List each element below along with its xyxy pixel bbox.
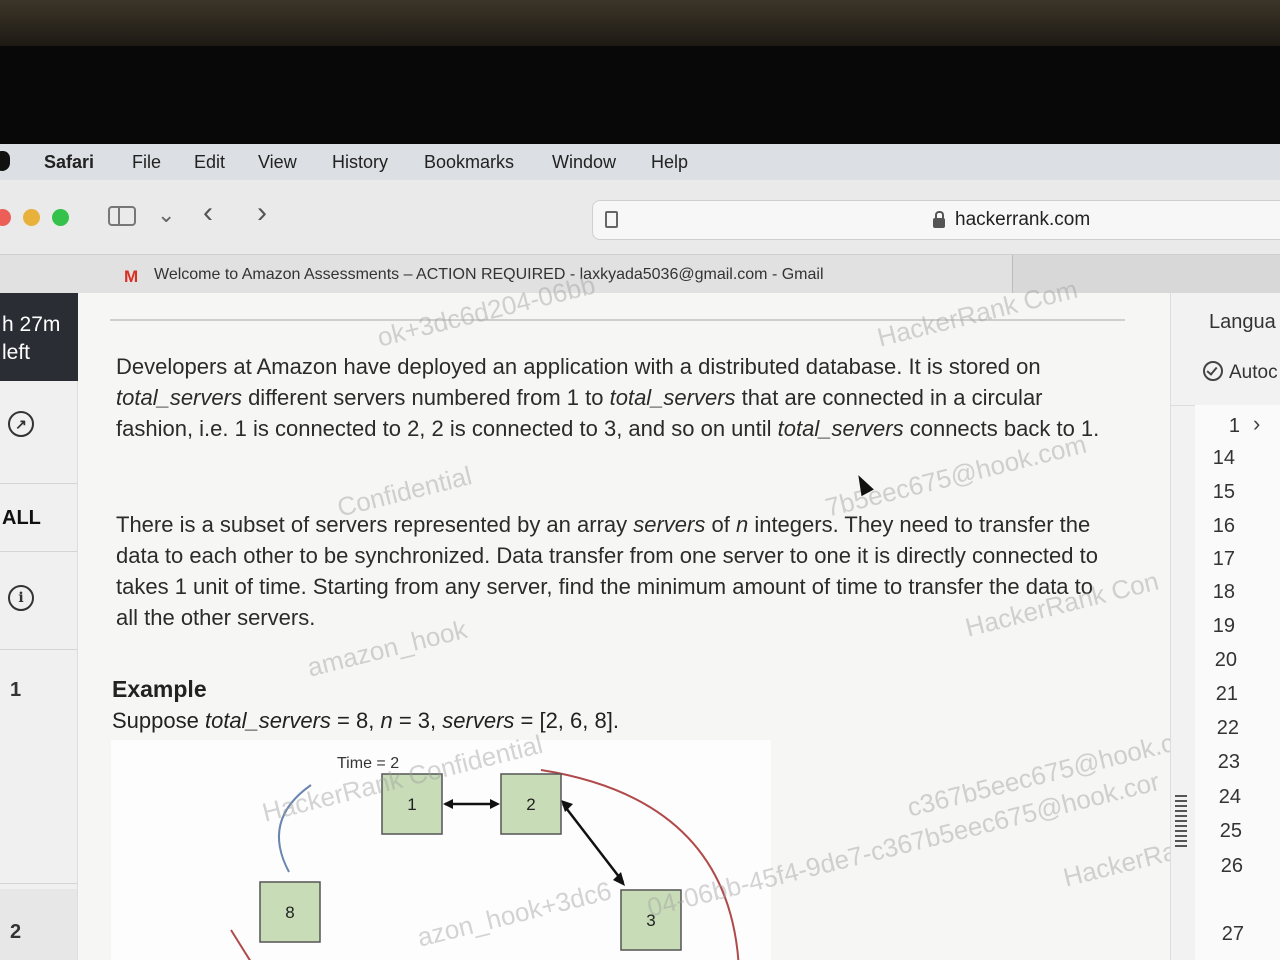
rail-divider — [0, 883, 77, 884]
line-number: 16 — [1212, 515, 1235, 537]
watermark: HackerRa — [1060, 835, 1180, 893]
tab-strip: M Welcome to Amazon Assessments – ACTION… — [0, 255, 1280, 293]
line-number: 1 — [1228, 415, 1240, 437]
menu-help[interactable]: Help — [651, 152, 688, 173]
zoom-window-button[interactable] — [52, 209, 69, 226]
question-2-button[interactable]: 2 — [10, 921, 21, 944]
arrow-head — [613, 872, 625, 886]
line-number: 22 — [1216, 717, 1239, 739]
gmail-icon: M — [124, 267, 139, 286]
line-number: 19 — [1212, 615, 1235, 637]
reader-icon[interactable] — [605, 211, 618, 228]
rail-divider — [0, 483, 77, 484]
tab-title: Welcome to Amazon Assessments – ACTION R… — [154, 266, 824, 283]
minimize-window-button[interactable] — [23, 209, 40, 226]
line-number: 23 — [1217, 751, 1240, 773]
back-button[interactable]: ‹ — [203, 196, 213, 230]
example-heading: Example — [112, 676, 207, 702]
address-bar[interactable]: hackerrank.com — [592, 200, 1280, 240]
line-number: 21 — [1215, 683, 1238, 705]
menu-history[interactable]: History — [332, 152, 388, 173]
menu-bookmarks[interactable]: Bookmarks — [424, 152, 514, 173]
example-text: Suppose total_servers = 8, n = 3, server… — [112, 708, 619, 733]
desk-background — [0, 0, 1280, 46]
node-2-label: 2 — [526, 795, 535, 814]
paragraph-1: Developers at Amazon have deployed an ap… — [116, 354, 1100, 441]
rail-divider — [0, 649, 77, 650]
chevron-right-icon[interactable]: › — [1253, 411, 1260, 437]
url-text[interactable]: hackerrank.com — [955, 209, 1090, 231]
problem-statement: Developers at Amazon have deployed an ap… — [78, 269, 1212, 960]
apple-icon[interactable] — [0, 151, 10, 171]
screen: Safari File Edit View History Bookmarks … — [0, 144, 1280, 960]
arrow-head — [490, 799, 500, 809]
browser-toolbar: ⌄ ‹ › hackerrank.com — [0, 180, 1280, 255]
close-window-button[interactable] — [0, 209, 11, 226]
menu-window[interactable]: Window — [552, 152, 616, 173]
line-number: 17 — [1212, 548, 1235, 570]
all-questions-button[interactable]: ALL — [2, 507, 41, 530]
language-selector[interactable]: Langua — [1209, 311, 1276, 334]
circular-link — [230, 929, 251, 960]
menu-file[interactable]: File — [132, 152, 161, 173]
arrow-head — [443, 799, 453, 809]
line-number: 14 — [1212, 447, 1235, 469]
lock-icon — [933, 211, 945, 228]
menu-bar: Safari File Edit View History Bookmarks … — [0, 144, 1280, 180]
menu-view[interactable]: View — [258, 152, 297, 173]
line-number: 25 — [1219, 820, 1242, 842]
line-number: 15 — [1212, 481, 1235, 503]
monitor-bezel — [0, 46, 1280, 144]
line-number: 24 — [1218, 786, 1241, 808]
menu-safari[interactable]: Safari — [44, 152, 94, 173]
timer-panel: h 27m left — [0, 293, 80, 381]
node-8-label: 8 — [285, 903, 294, 922]
autocomplete-toggle[interactable]: Autoc — [1203, 361, 1278, 384]
question-rail: h 27m left ↗ ALL i 1 2 — [0, 293, 80, 960]
check-circle-icon — [1203, 361, 1223, 381]
expand-icon[interactable]: ↗ — [8, 411, 34, 437]
menu-edit[interactable]: Edit — [194, 152, 225, 173]
line-number: 18 — [1212, 581, 1235, 603]
chevron-down-icon[interactable]: ⌄ — [157, 202, 175, 228]
timer-remaining: h 27m — [2, 313, 61, 336]
edge-2-3 — [562, 803, 624, 883]
resize-handle[interactable] — [1175, 795, 1187, 847]
line-number: 27 — [1221, 923, 1244, 945]
line-number: 26 — [1220, 855, 1243, 877]
line-number: 20 — [1214, 649, 1237, 671]
tab-gmail[interactable]: M Welcome to Amazon Assessments – ACTION… — [0, 255, 1013, 293]
info-icon[interactable]: i — [8, 585, 34, 611]
forward-button[interactable]: › — [257, 196, 267, 230]
sidebar-toggle-icon[interactable] — [108, 206, 136, 226]
editor-panel: Langua Autoc 1 › 14 15 16 17 18 19 20 21… — [1170, 293, 1280, 960]
timer-left-label: left — [2, 341, 31, 364]
node-1-label: 1 — [407, 795, 416, 814]
rail-divider — [0, 551, 77, 552]
question-1-button[interactable]: 1 — [10, 679, 21, 702]
line-number-gutter: 1 › 14 15 16 17 18 19 20 21 22 23 24 25 … — [1195, 405, 1280, 960]
